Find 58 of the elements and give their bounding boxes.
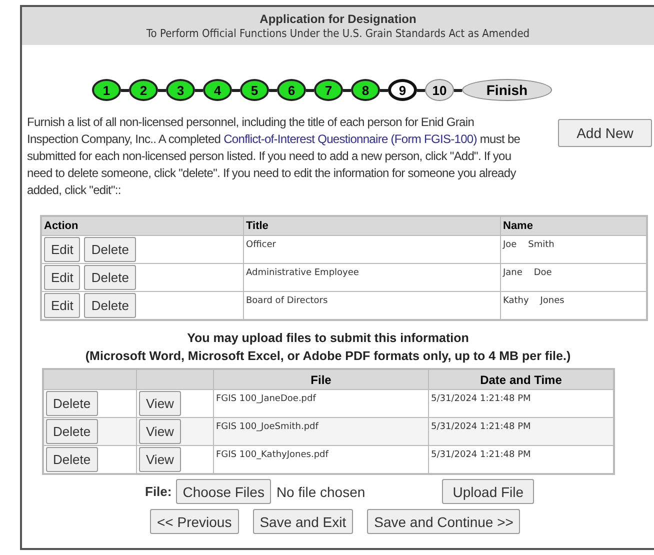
delete-button[interactable]: Delete — [84, 293, 136, 318]
view-button[interactable]: View — [139, 447, 181, 472]
step-indicator[interactable]: 10 — [425, 79, 454, 101]
step-connector — [195, 88, 203, 92]
step-connector — [454, 88, 462, 92]
page-subtitle: To Perform Official Functions Under the U.S. Grain Standards Act as Amended — [145, 27, 531, 41]
upload-file-button[interactable]: Upload File — [442, 479, 534, 504]
step-indicator[interactable]: 7 — [314, 79, 343, 101]
column-header: Title — [244, 216, 500, 236]
table-cell: 5/31/2024 1:21:48 PM — [428, 418, 614, 446]
edit-button[interactable]: Edit — [44, 237, 80, 262]
delete-button[interactable]: Delete — [84, 237, 136, 262]
step-connector — [343, 88, 351, 92]
delete-button[interactable]: Delete — [46, 447, 98, 472]
step-indicator[interactable]: Finish — [462, 79, 552, 101]
step-indicator[interactable]: 9 — [388, 79, 417, 101]
step-indicator[interactable]: 6 — [277, 79, 306, 101]
save-and-continue-button[interactable]: Save and Continue >> — [367, 509, 520, 534]
choose-files-button[interactable]: Choose Files — [176, 479, 272, 504]
upload-instructions: You may upload files to submit this information — [186, 330, 470, 347]
step-indicator[interactable]: 4 — [203, 79, 232, 101]
view-button[interactable]: View — [139, 391, 181, 416]
step-connector — [269, 88, 277, 92]
previous-button[interactable]: << Previous — [150, 509, 239, 534]
edit-button[interactable]: Edit — [44, 293, 80, 318]
instructions-text: Furnish a list of all non-licensed personnel, including the title of each person for Enid Grain Inspection Company, Inc.. A completed Conflict-of-Interest Questionnaire (Form FGIS-100) must be submitted for each non-licensed person listed. If you need to add a new person, click "Add". If you need to delete someone, click "delete". If you need to edit the information for someone you already added, click "edit":: — [27, 114, 521, 199]
step-indicator[interactable]: 1 — [92, 79, 121, 101]
upload-instructions: (Microsoft Word, Microsoft Excel, or Adobe PDF formats only, up to 4 MB per file.) — [84, 348, 572, 365]
delete-button[interactable]: Delete — [46, 419, 98, 444]
questionnaire-link[interactable]: Conflict-of-Interest Questionnaire (Form FGIS-100) — [224, 132, 477, 146]
step-indicator[interactable]: 8 — [351, 79, 380, 101]
column-header: Action — [41, 216, 244, 236]
table-cell: Administrative Employee — [244, 264, 500, 292]
step-indicator[interactable]: 5 — [240, 79, 269, 101]
step-connector — [380, 88, 388, 92]
column-header: File — [214, 369, 428, 390]
step-connector — [306, 88, 314, 92]
step-indicator[interactable]: 2 — [129, 79, 158, 101]
step-connector — [121, 88, 129, 92]
step-indicator[interactable]: 3 — [166, 79, 195, 101]
page-title: Application for Designation — [258, 12, 418, 27]
view-button[interactable]: View — [139, 419, 181, 444]
table-cell: Board of Directors — [244, 292, 500, 320]
column-header: Name — [500, 216, 647, 236]
add-new-button[interactable]: Add New — [558, 119, 652, 147]
column-header: Date and Time — [428, 369, 614, 390]
file-status-text: No file chosen — [276, 484, 366, 500]
delete-button[interactable]: Delete — [84, 265, 136, 290]
save-and-exit-button[interactable]: Save and Exit — [252, 509, 354, 534]
step-connector — [232, 88, 240, 92]
table-cell: FGIS 100_JoeSmith.pdf — [214, 418, 428, 446]
file-label: File: — [145, 484, 172, 499]
delete-button[interactable]: Delete — [46, 391, 98, 416]
step-connector — [158, 88, 166, 92]
step-connector — [417, 88, 425, 92]
table-cell: FGIS 100_KathyJones.pdf — [214, 446, 428, 474]
edit-button[interactable]: Edit — [44, 265, 80, 290]
table-cell: Officer — [244, 236, 500, 264]
